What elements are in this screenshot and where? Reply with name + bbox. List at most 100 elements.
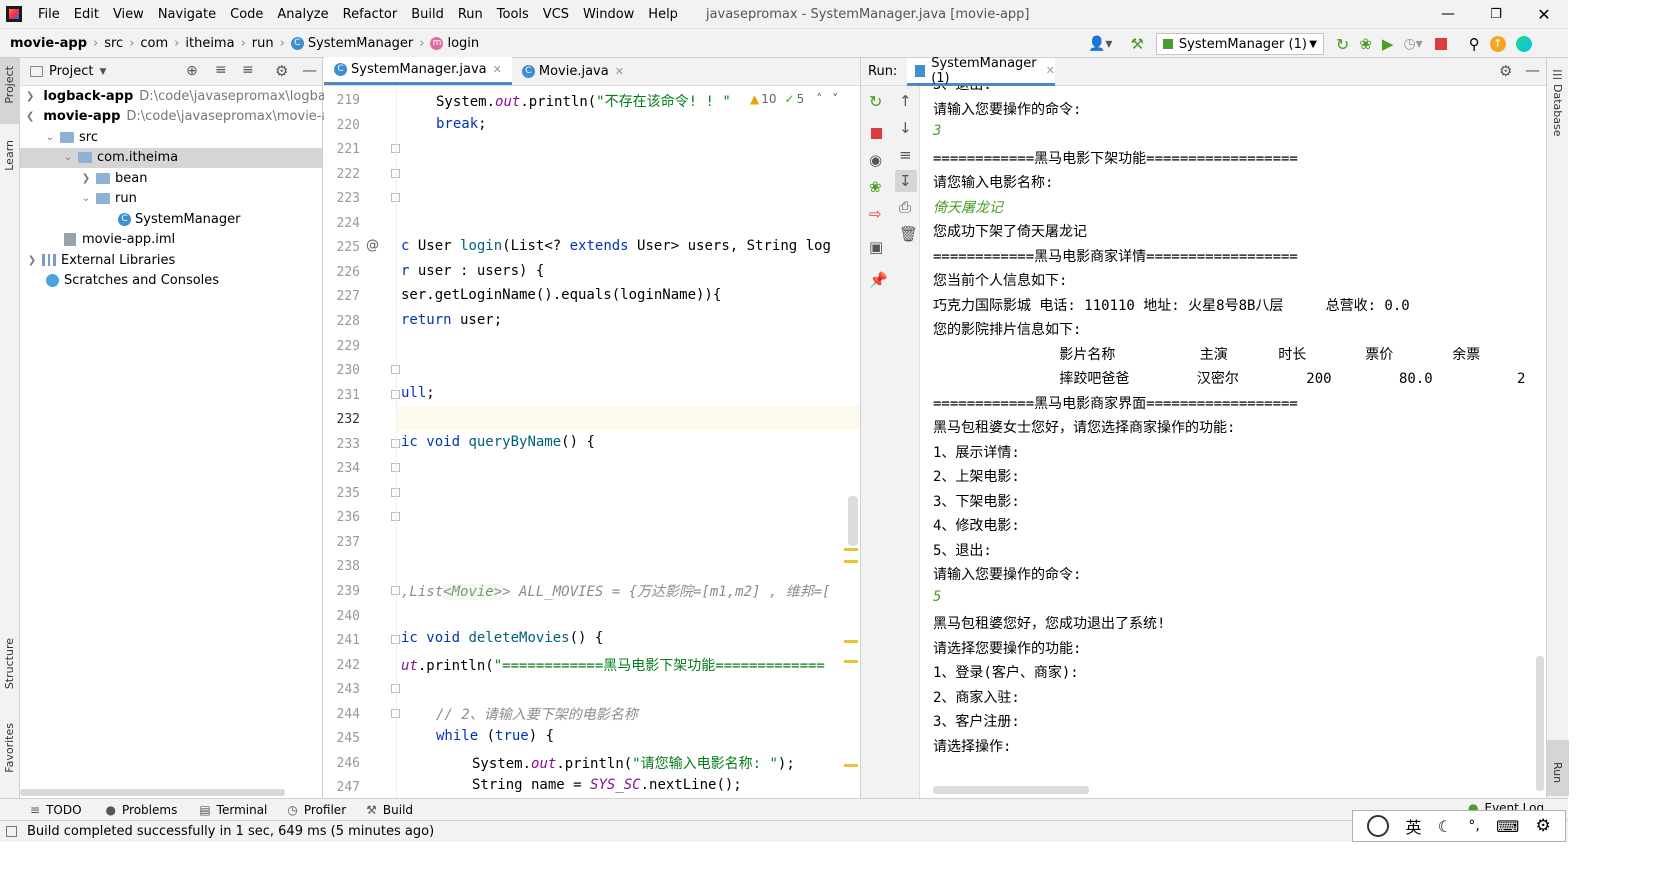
moon-icon[interactable]: ☾	[1438, 817, 1452, 836]
line-number[interactable]: 246	[324, 756, 360, 771]
restore-button[interactable]: ❐	[1472, 7, 1520, 22]
line-number[interactable]: 245	[324, 731, 360, 746]
tree-item-movie-app-iml[interactable]: movie-app.iml	[20, 230, 322, 251]
inspection-widget[interactable]: ▲ 10 ✓ 5 ˄ ˅	[750, 92, 838, 106]
update-icon[interactable]: ↑	[1489, 36, 1506, 52]
tree-item-logback-app[interactable]: ❯ logback-app D:\code\javasepromax\logba	[20, 86, 326, 107]
line-number[interactable]: 230	[324, 363, 360, 378]
camera-icon[interactable]: ◉	[869, 151, 885, 169]
console-output[interactable]: 5、退出: 请输入您要操作的命令: 3 ============黑马电影下架功能…	[920, 86, 1546, 798]
tree-item-src[interactable]: ⌄ src	[20, 127, 322, 148]
tab-systemmanager-java[interactable]: C SystemManager.java ✕	[324, 57, 512, 85]
debug-icon[interactable]: ❀	[869, 178, 885, 196]
arrow-up-icon[interactable]: ↑	[899, 92, 915, 110]
chevron-down-icon[interactable]: ˅	[832, 92, 838, 106]
tab-todo[interactable]: ≡ TODO	[30, 803, 82, 817]
line-number[interactable]: 233	[324, 437, 360, 452]
tree-item-com-itheima[interactable]: ⌄ com.itheima	[20, 147, 322, 168]
rerun-icon[interactable]: ↻	[869, 92, 885, 111]
line-number[interactable]: 231	[324, 388, 360, 403]
line-number[interactable]: 228	[324, 314, 360, 329]
warning-marker[interactable]	[844, 660, 858, 663]
editor-scrollbar[interactable]	[848, 496, 858, 546]
debug-icon[interactable]: ❀	[1359, 35, 1372, 53]
line-number[interactable]: 234	[324, 461, 360, 476]
warning-marker[interactable]	[844, 560, 858, 563]
line-number[interactable]: 247	[324, 780, 360, 795]
warning-marker[interactable]	[844, 640, 858, 643]
menu-window[interactable]: Window	[583, 7, 634, 22]
tab-build[interactable]: ⚒ Build	[366, 803, 413, 817]
line-number[interactable]: 229	[324, 339, 360, 354]
chevron-down-icon[interactable]: ⌄	[80, 193, 92, 204]
line-number[interactable]: 227	[324, 289, 360, 304]
stop-icon[interactable]	[1434, 38, 1447, 50]
tab-problems[interactable]: ● Problems	[106, 803, 178, 817]
breadcrumb-itheima[interactable]: itheima	[185, 36, 234, 51]
line-number[interactable]: 222	[324, 167, 360, 182]
database-tool-label[interactable]: Database	[1551, 84, 1564, 137]
run-tool-label[interactable]: Run	[1551, 762, 1564, 783]
menu-edit[interactable]: Edit	[74, 7, 99, 22]
close-tab-icon[interactable]: ✕	[1046, 64, 1055, 77]
soft-wrap-icon[interactable]: ≡	[899, 146, 915, 164]
breadcrumb-method[interactable]: login	[447, 36, 479, 51]
chevron-up-icon[interactable]: ˄	[816, 92, 822, 106]
gear-icon[interactable]: ⚙	[1536, 816, 1551, 836]
chevron-right-icon[interactable]: ❯	[26, 91, 34, 102]
menu-tools[interactable]: Tools	[497, 7, 529, 22]
chevron-down-icon[interactable]: ⌄	[62, 152, 74, 163]
line-number[interactable]: 238	[324, 559, 360, 574]
tab-movie-java[interactable]: C Movie.java ✕	[512, 57, 634, 85]
warning-marker[interactable]	[844, 548, 858, 551]
tree-item-external-libraries[interactable]: ❯ External Libraries	[20, 250, 322, 271]
minimize-button[interactable]: —	[1424, 6, 1472, 22]
line-number[interactable]: 221	[324, 142, 360, 157]
breadcrumb-run[interactable]: run	[252, 36, 274, 51]
status-message[interactable]: Build completed successfully in 1 sec, 6…	[27, 824, 434, 839]
menu-view[interactable]: View	[113, 7, 144, 22]
ime-language[interactable]: 英	[1405, 814, 1421, 838]
chevron-down-icon[interactable]: ❮	[26, 111, 34, 122]
line-number[interactable]: 243	[324, 682, 360, 697]
trash-icon[interactable]: 🗑	[899, 225, 918, 243]
breadcrumb-project[interactable]: movie-app	[10, 36, 87, 51]
hide-panel-icon[interactable]: —	[1525, 61, 1540, 79]
line-number[interactable]: 219	[324, 93, 360, 108]
print-icon[interactable]: ⎙	[899, 198, 915, 216]
line-number[interactable]: 237	[324, 535, 360, 550]
search-icon[interactable]: ⚲	[1469, 35, 1480, 53]
arrow-down-icon[interactable]: ↓	[899, 119, 915, 137]
run-config-select[interactable]: SystemManager (1) ▼	[1155, 33, 1324, 55]
menu-vcs[interactable]: VCS	[543, 7, 569, 22]
chevron-right-icon[interactable]: ❯	[80, 173, 92, 184]
tree-item-run[interactable]: ⌄ run	[20, 189, 322, 210]
pin-icon[interactable]: 📌	[869, 271, 888, 289]
favorites-tool-label[interactable]: Favorites	[3, 723, 16, 773]
menu-help[interactable]: Help	[648, 7, 678, 22]
punctuation-icon[interactable]: °,	[1468, 818, 1479, 834]
close-tab-icon[interactable]: ✕	[615, 65, 624, 78]
line-number[interactable]: 244	[324, 707, 360, 722]
run-tab[interactable]: SystemManager (1) ✕	[907, 56, 1055, 86]
line-number[interactable]: 239	[324, 584, 360, 599]
line-number[interactable]: 225	[324, 240, 360, 255]
project-panel-title[interactable]: Project	[49, 64, 93, 79]
override-marker-icon[interactable]: @	[366, 238, 379, 253]
tree-item-movie-app[interactable]: ❮ movie-app D:\code\javasepromax\movie-a	[20, 107, 329, 128]
line-number[interactable]: 224	[324, 216, 360, 231]
line-number[interactable]: 236	[324, 510, 360, 525]
menu-run[interactable]: Run	[458, 7, 483, 22]
chevron-down-icon[interactable]: ▼	[99, 67, 106, 77]
breadcrumb-class[interactable]: SystemManager	[308, 36, 413, 51]
rerun-icon[interactable]: ↻	[1336, 35, 1349, 54]
profile-icon[interactable]: ◷▾	[1403, 36, 1422, 52]
horizontal-scrollbar[interactable]	[20, 789, 285, 796]
tree-item-bean[interactable]: ❯ bean	[20, 168, 322, 189]
console-horizontal-scrollbar[interactable]	[933, 786, 1089, 794]
menu-build[interactable]: Build	[411, 7, 444, 22]
keyboard-icon[interactable]: ⌨	[1496, 817, 1519, 836]
line-number[interactable]: 220	[324, 118, 360, 133]
line-number[interactable]: 242	[324, 658, 360, 673]
status-toggle-icon[interactable]	[6, 826, 17, 837]
